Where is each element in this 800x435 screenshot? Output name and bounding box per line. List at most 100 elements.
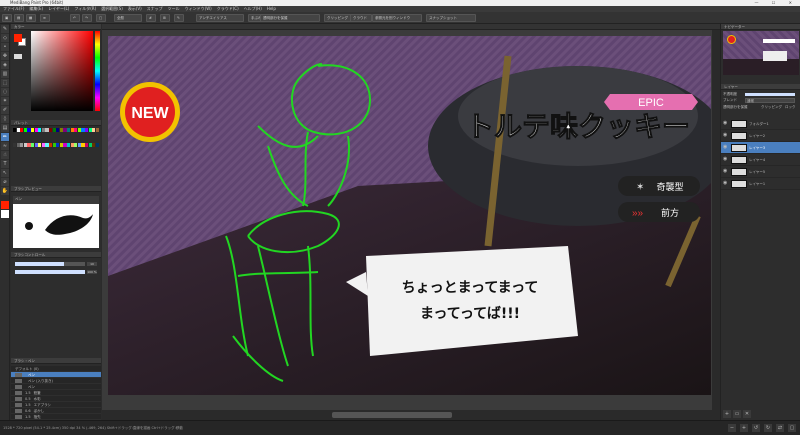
rotate-right-icon[interactable]: ↻ (764, 424, 772, 432)
delete-layer-icon[interactable]: ✕ (743, 410, 751, 418)
operation-tool-icon[interactable]: ↖ (1, 169, 9, 177)
layer-name: フォルダー1 (749, 122, 769, 126)
fit-icon[interactable]: ▢ (788, 424, 796, 432)
select-pen-tool-icon[interactable]: ✐ (1, 106, 9, 114)
layer-panel-header: レイヤー (721, 84, 800, 90)
protect-alpha-layer-checkbox[interactable]: 透明部分を保護 (723, 105, 748, 110)
blend-mode-select[interactable]: 通常 (745, 98, 795, 103)
dot-tool-icon[interactable]: • (1, 43, 9, 51)
layer-row[interactable]: ◉ レイヤー2 (721, 130, 800, 142)
fill-tool-icon[interactable]: ◈ (1, 61, 9, 69)
eye-icon[interactable]: ◉ (723, 169, 728, 174)
brush-name-label: 指先 (33, 415, 41, 419)
move-tool-icon[interactable]: ✥ (1, 52, 9, 60)
layer-opacity-slider[interactable] (745, 93, 795, 96)
hand-tool-icon[interactable]: ✋ (1, 187, 9, 195)
snap-icon[interactable]: ⊞ (160, 14, 170, 22)
brush-tool-icon[interactable]: ✎ (1, 25, 9, 33)
layer-thumbnail (731, 180, 747, 188)
smudge-tool-icon[interactable]: ☝ (1, 151, 9, 159)
canvas-area: NEW EPIC トルテ味クッキー ✶ 奇襲型 »» 前方 ちょっとまってまって (102, 24, 720, 420)
blur-tool-icon[interactable]: ≈ (1, 142, 9, 150)
flip-icon[interactable]: ⇄ (776, 424, 784, 432)
brush-name-label: エアブラシ (33, 403, 52, 407)
text-tool-icon[interactable]: T (1, 160, 9, 168)
speech-line-2: まってってば!!! (420, 306, 520, 322)
redo-icon[interactable]: ↷ (82, 14, 92, 22)
lock-layer-checkbox[interactable]: ロック (785, 105, 796, 110)
cookie-name-text: トルテ味クッキー (466, 110, 690, 143)
reference-window-button[interactable]: 参照元を別ウィンドウ (372, 14, 422, 22)
foreground-color-swatch-front[interactable] (14, 34, 22, 42)
brush-category-select[interactable]: 全般 (114, 14, 142, 22)
brush-opacity-slider[interactable] (15, 270, 85, 274)
color-saturation-picker[interactable] (31, 31, 93, 111)
protect-alpha-checkbox[interactable]: 透明部分を保護 (260, 14, 320, 22)
add-layer-icon[interactable]: + (723, 410, 731, 418)
brush-thumb-icon (15, 373, 22, 377)
swap-color-icon[interactable] (14, 54, 22, 59)
open-file-button[interactable]: ▤ (14, 14, 24, 22)
canvas[interactable]: NEW EPIC トルテ味クッキー ✶ 奇襲型 »» 前方 ちょっとまってまって (108, 36, 711, 395)
brush-list: デフォルト (0) ペン ペン (入り抜き) ペン 1.5 鉛筆 0.5 水彩 1.5 エアブラシ… (11, 366, 101, 432)
gradient-tool-icon[interactable]: ▥ (1, 70, 9, 78)
zoom-out-icon[interactable]: − (728, 424, 736, 432)
epic-tier-badge: EPIC (604, 94, 698, 110)
eraser-tool-icon[interactable]: ◇ (1, 34, 9, 42)
palette-swatch[interactable] (95, 143, 99, 148)
layer-row[interactable]: ◉ レイヤー5 (721, 166, 800, 178)
zoom-in-icon[interactable]: + (740, 424, 748, 432)
bg-color-swatch[interactable] (1, 210, 9, 218)
snapshot-button[interactable]: スナップショット (426, 14, 476, 22)
lasso-tool-icon[interactable]: ◌ (1, 88, 9, 96)
tool-bar: ✎ ◇ • ✥ ◈ ▥ ⬚ ◌ ✶ ✐ ◊ ▤ ✏ ≈ ☝ T ↖ ⌀ ✋ (0, 24, 10, 420)
undo-icon[interactable]: ↶ (70, 14, 80, 22)
grid-icon[interactable]: # (146, 14, 156, 22)
vertical-scrollbar[interactable] (712, 30, 720, 410)
pen-mode-icon[interactable]: ✎ (174, 14, 184, 22)
brush-control-header: ブラシコントロール (11, 252, 101, 258)
palette-swatch[interactable] (95, 128, 99, 132)
folder-icon[interactable]: ▭ (733, 410, 741, 418)
brush-size-label: 0.6 (25, 409, 31, 413)
svg-text:»»: »» (632, 208, 644, 219)
hue-slider[interactable] (95, 31, 100, 111)
rotate-left-icon[interactable]: ↺ (752, 424, 760, 432)
layer-name: レイヤー2 (749, 134, 766, 138)
eye-icon[interactable]: ◉ (723, 157, 728, 162)
save-file-button[interactable]: ▦ (26, 14, 36, 22)
divide-tool-icon[interactable]: ▤ (1, 124, 9, 132)
eye-icon[interactable]: ◉ (723, 145, 728, 150)
layer-row[interactable]: ◉ レイヤー1 (721, 178, 800, 190)
select-eraser-tool-icon[interactable]: ◊ (1, 115, 9, 123)
brush-size-label: 1.5 (25, 415, 31, 419)
brush-size-slider[interactable] (15, 262, 85, 266)
eye-icon[interactable]: ◉ (723, 121, 728, 126)
select-tool-icon[interactable]: ⬚ (1, 79, 9, 87)
brush-opacity-value[interactable]: 100 % (87, 270, 97, 274)
color-panel-title: カラー (14, 25, 25, 29)
select-icon[interactable]: ▢ (96, 14, 106, 22)
brush-stroke-preview (45, 214, 93, 235)
clip-layer-checkbox[interactable]: クリッピング (761, 105, 782, 110)
new-file-button[interactable]: ▣ (2, 14, 12, 22)
brush-size-value[interactable]: 10 (87, 262, 97, 266)
layer-row[interactable]: ◉ レイヤー3 (721, 142, 800, 154)
eye-icon[interactable]: ◉ (723, 133, 728, 138)
fg-color-swatch[interactable] (1, 201, 9, 209)
brush-control-title: ブラシコントロール (14, 253, 46, 257)
antialias-checkbox[interactable]: アンチエイリアス (196, 14, 244, 22)
layer-row[interactable]: ◉ レイヤー4 (721, 154, 800, 166)
menu-icon[interactable]: ≡ (40, 14, 50, 22)
horizontal-scrollbar[interactable] (102, 410, 720, 420)
pen-tool-icon[interactable]: ✏ (1, 133, 9, 141)
brush-name-label: ペン (28, 385, 35, 389)
cloud-button[interactable]: クラウド (350, 14, 372, 22)
horizontal-scroll-thumb[interactable] (332, 412, 452, 418)
magic-wand-tool-icon[interactable]: ✶ (1, 97, 9, 105)
navigator-thumbnail[interactable] (723, 31, 799, 75)
eye-icon[interactable]: ◉ (723, 181, 728, 186)
layer-thumbnail (731, 144, 747, 152)
layer-row[interactable]: ◉ フォルダー1 (721, 118, 800, 130)
eyedropper-tool-icon[interactable]: ⌀ (1, 178, 9, 186)
